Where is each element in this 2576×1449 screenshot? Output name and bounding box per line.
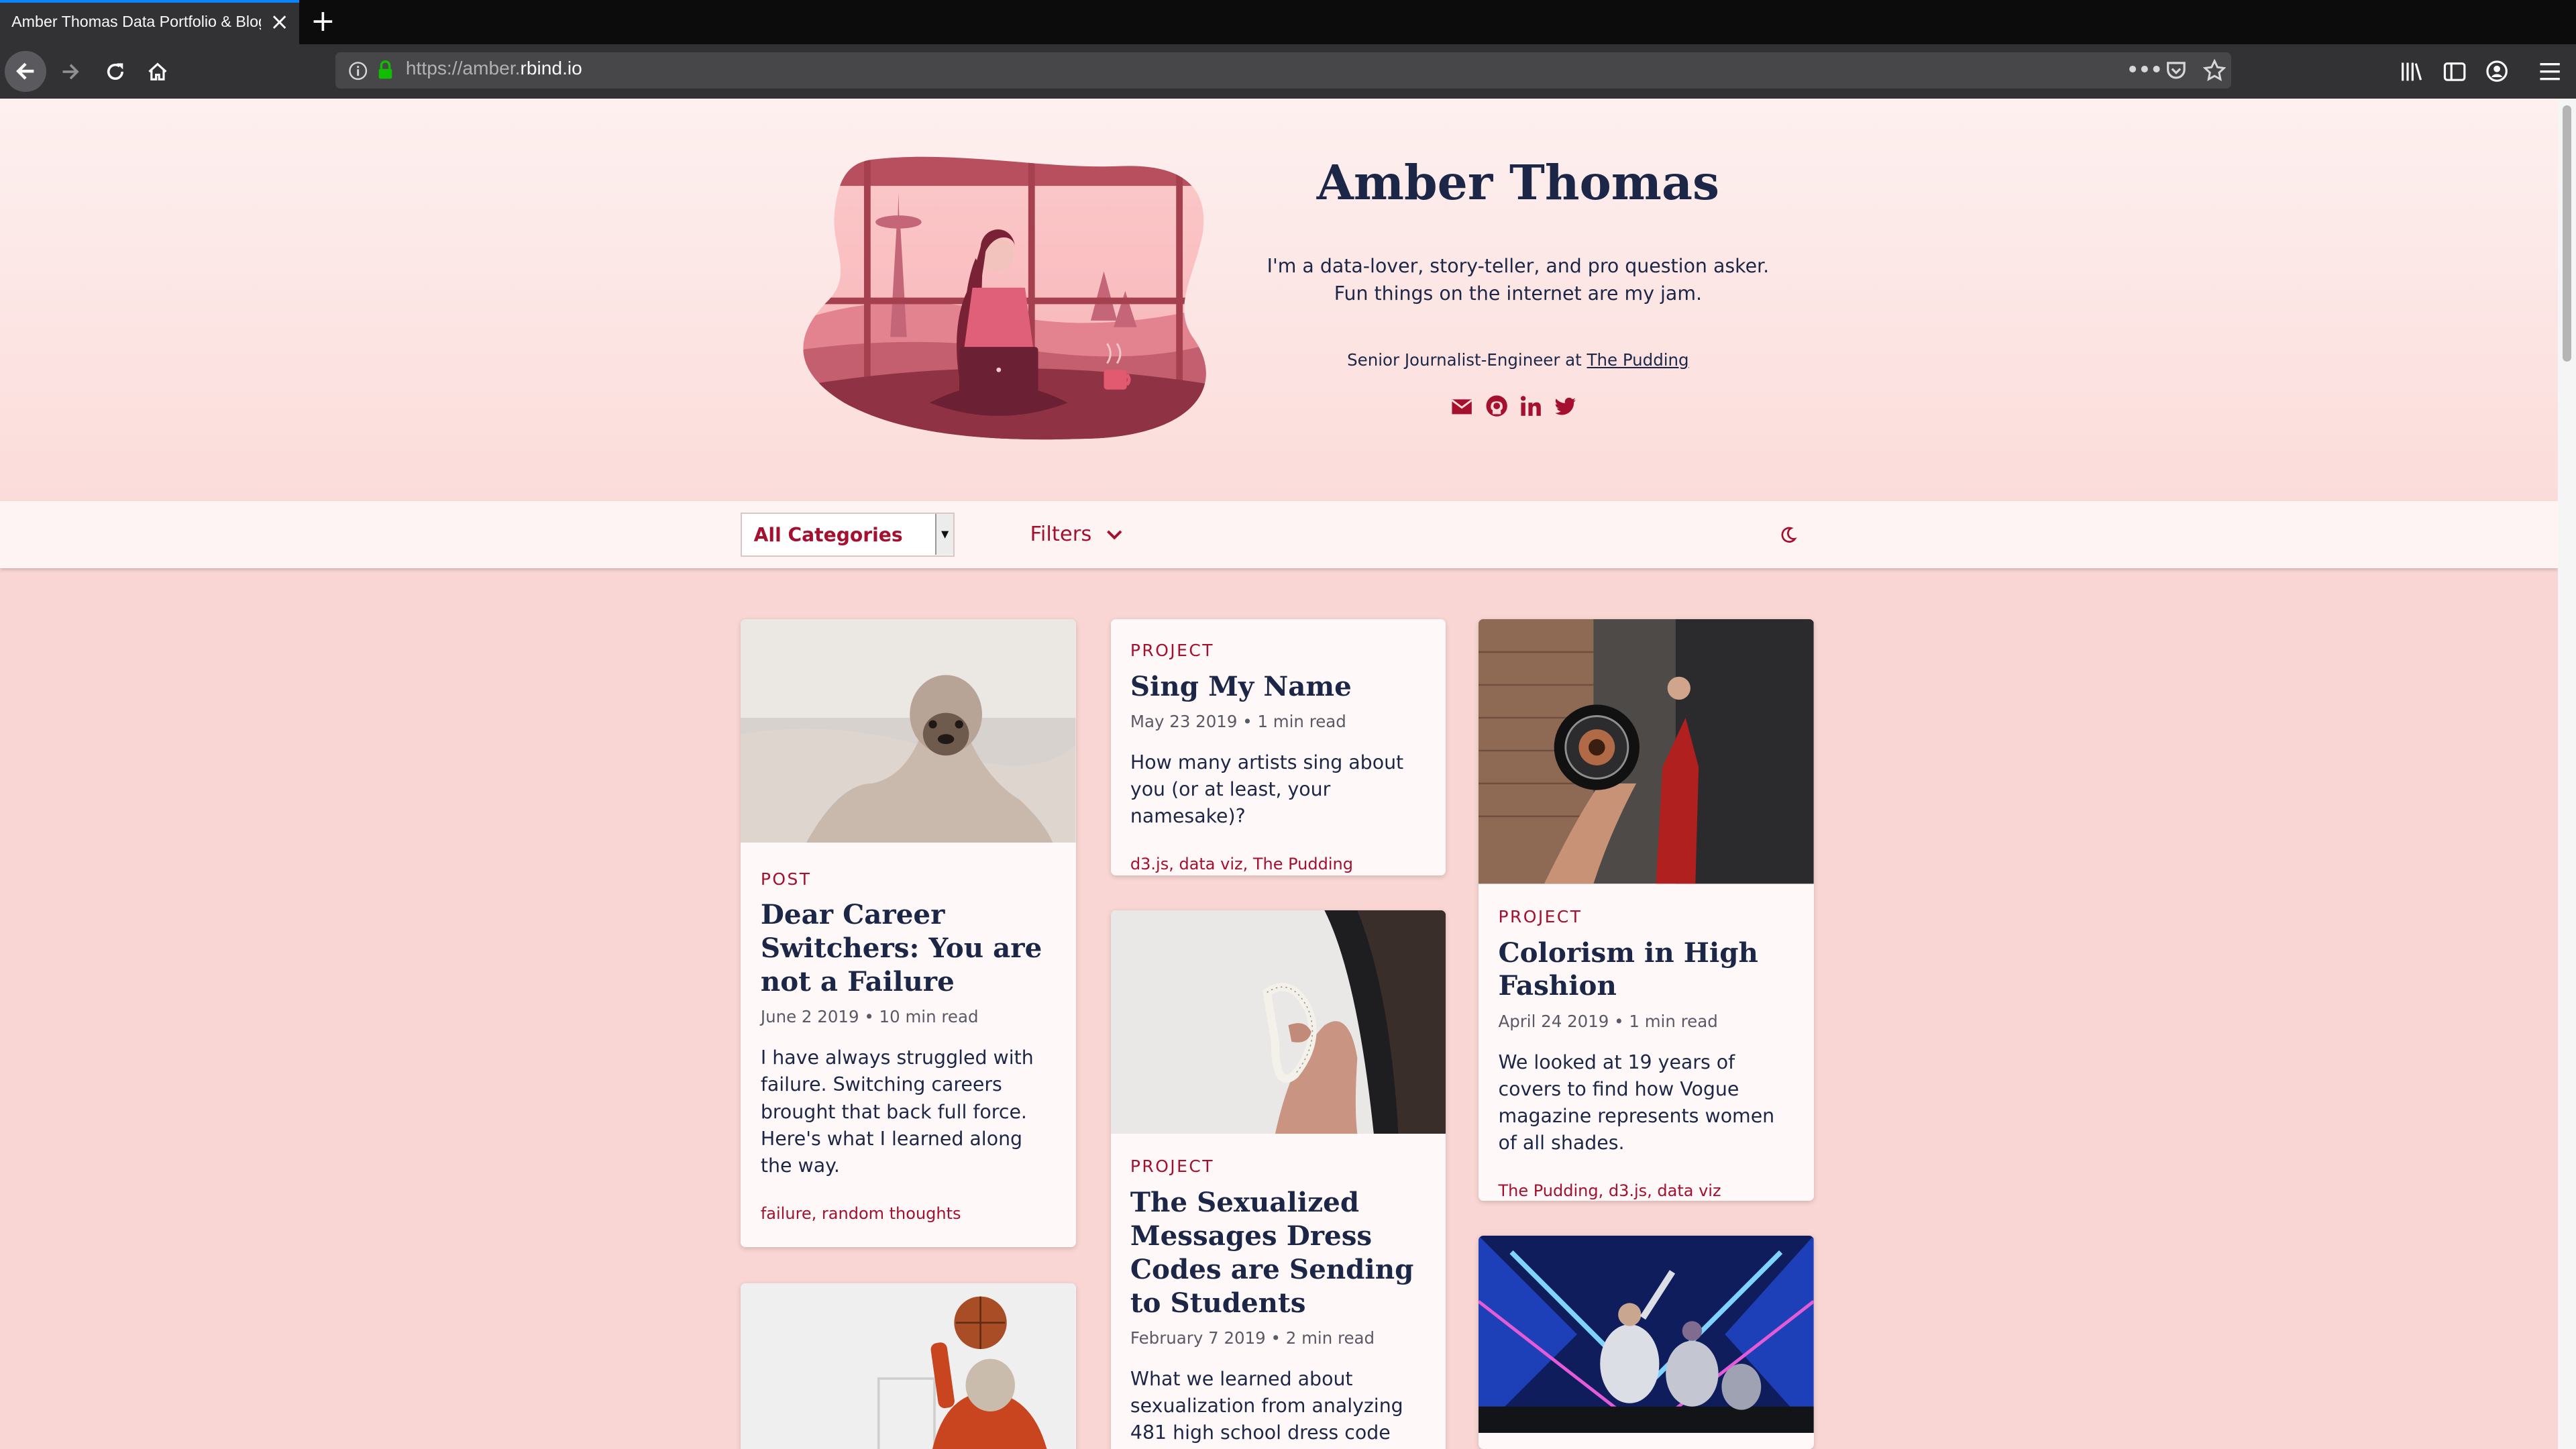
linkedin-icon[interactable] [1519, 394, 1542, 417]
info-icon[interactable] [348, 61, 368, 80]
forward-button[interactable] [49, 44, 92, 99]
filters-label: Filters [1030, 522, 1092, 546]
filters-toggle[interactable]: Filters [1030, 523, 1123, 546]
project-card[interactable]: PROJECT Colorism in High Fashion April 2… [1479, 619, 1814, 1201]
card-meta: May 23 2019 • 1 min read [1130, 711, 1346, 731]
card-category: PROJECT [1498, 906, 1582, 926]
reload-icon [107, 63, 123, 80]
card-category: PROJECT [1130, 641, 1214, 661]
project-card[interactable]: PROJECT Sing My Name May 23 2019 • 1 min… [1110, 619, 1446, 876]
page-actions-icon[interactable]: ••• [2126, 52, 2163, 89]
filter-bar: All Categories ▼ Filters [0, 500, 2559, 569]
tab-title: Amber Thomas Data Portfolio & Blog [11, 12, 262, 30]
email-icon[interactable] [1450, 394, 1473, 417]
reload-button[interactable] [94, 44, 137, 99]
close-tab-icon[interactable]: × [270, 7, 289, 37]
category-select-value: All Categories [753, 523, 903, 546]
twitter-icon[interactable] [1554, 394, 1577, 417]
arrow-left-icon [15, 62, 34, 80]
home-button[interactable] [136, 44, 179, 99]
concert-dancers-image [1479, 1235, 1814, 1433]
card-description: How many artists sing about you (or at l… [1130, 751, 1404, 828]
account-icon[interactable] [2485, 44, 2508, 99]
card-title[interactable]: Colorism in High Fashion [1498, 936, 1794, 1004]
hero-header: Amber Thomas I'm a data-lover, story-tel… [0, 98, 2559, 501]
card-tags[interactable]: d3.js, data viz, The Pudding [1130, 855, 1426, 873]
card-content: PROJECT Sing My Name May 23 2019 • 1 min… [1130, 641, 1426, 873]
card-tags[interactable]: failure, random thoughts [761, 1204, 1057, 1223]
menu-icon[interactable] [2538, 44, 2561, 99]
card-description: I have always struggled with failure. Sw… [760, 1046, 1034, 1177]
back-button[interactable] [5, 50, 46, 93]
post-card[interactable]: POST Dear Career Switchers: You are not … [741, 619, 1077, 1247]
category-select[interactable]: All Categories ▼ [741, 513, 955, 557]
pug-in-blanket-image [741, 619, 1077, 843]
arrow-right-icon [62, 63, 80, 80]
card-meta: June 2 2019 • 10 min read [760, 1007, 979, 1027]
tab-bar: Amber Thomas Data Portfolio & Blog × + [0, 0, 2576, 45]
the-pudding-link[interactable]: The Pudding [1587, 350, 1689, 370]
active-tab[interactable]: Amber Thomas Data Portfolio & Blog × [0, 0, 299, 45]
card-category: POST [760, 869, 812, 889]
basketball-player-image [741, 1283, 1077, 1449]
social-links [1450, 394, 1577, 417]
card-content: PROJECT The Sexualized Messages Dress Co… [1130, 1157, 1426, 1449]
moon-icon[interactable] [1779, 526, 1797, 544]
address-bar[interactable]: https://amber.rbind.io ••• [335, 52, 2231, 89]
home-icon [148, 62, 167, 80]
bio-text: I'm a data-lover, story-teller, and pro … [1267, 255, 1770, 305]
project-card[interactable] [1479, 1235, 1814, 1449]
url-text[interactable]: https://amber.rbind.io [406, 58, 582, 79]
pocket-icon[interactable] [2165, 52, 2187, 89]
github-icon[interactable] [1485, 394, 1508, 417]
camera-lens-image [1479, 619, 1814, 884]
measuring-tape-image [1110, 910, 1446, 1134]
card-description: We looked at 19 years of covers to find … [1498, 1051, 1775, 1155]
lock-icon[interactable] [376, 59, 394, 80]
card-meta: April 24 2019 • 1 min read [1498, 1011, 1718, 1031]
navigation-toolbar: https://amber.rbind.io ••• [0, 44, 2576, 99]
library-icon[interactable] [2400, 44, 2423, 99]
caret-down-icon[interactable]: ▼ [935, 514, 953, 555]
post-card[interactable] [741, 1283, 1077, 1449]
card-category: PROJECT [1130, 1157, 1214, 1177]
card-tags[interactable]: The Pudding, d3.js, data viz [1498, 1181, 1794, 1200]
sidebar-icon[interactable] [2443, 44, 2466, 99]
card-content: PROJECT Colorism in High Fashion April 2… [1498, 907, 1794, 1200]
chevron-down-icon [1107, 530, 1122, 540]
project-card[interactable]: PROJECT The Sexualized Messages Dress Co… [1110, 910, 1446, 1449]
card-description: What we learned about sexualization from… [1130, 1367, 1403, 1449]
card-title[interactable]: Sing My Name [1130, 670, 1426, 704]
job-title: Senior Journalist-Engineer at The Puddin… [1347, 350, 1689, 370]
webpage: Amber Thomas I'm a data-lover, story-tel… [0, 98, 2559, 1449]
card-meta: February 7 2019 • 2 min read [1130, 1328, 1375, 1348]
card-title[interactable]: Dear Career Switchers: You are not a Fai… [761, 898, 1057, 999]
hero-illustration [803, 156, 1207, 439]
scrollbar-thumb[interactable] [2563, 105, 2571, 362]
page-title: Amber Thomas [1316, 154, 1719, 211]
card-title[interactable]: The Sexualized Messages Dress Codes are … [1130, 1186, 1426, 1320]
new-tab-icon[interactable]: + [311, 3, 335, 40]
bookmark-star-icon[interactable] [2203, 52, 2226, 89]
card-content: POST Dear Career Switchers: You are not … [761, 869, 1057, 1223]
page-scrollbar[interactable] [2558, 98, 2576, 1449]
